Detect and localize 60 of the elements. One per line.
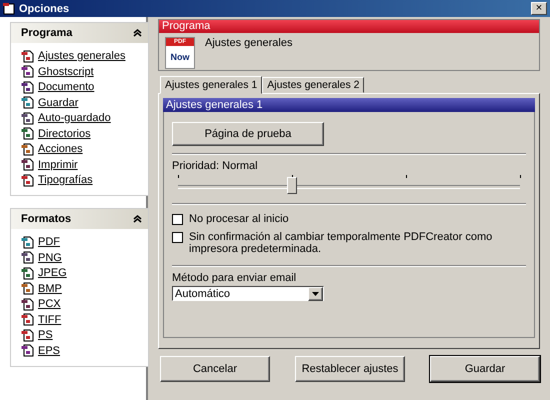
document-icon [21,127,34,140]
sidebar-link[interactable]: EPS [38,344,60,356]
panel-title: Ajustes generales 1 [163,98,535,112]
document-icon [21,236,34,248]
sidebar-link[interactable]: PDF [38,236,60,248]
section-title: Programa [159,20,539,33]
sidebar-link[interactable]: PNG [38,252,62,264]
dialog-button[interactable]: Cancelar [160,356,270,382]
window-title: Opciones [19,2,70,14]
sidebar-link[interactable]: TIFF [38,314,62,326]
tab[interactable]: Ajustes generales 2 [262,77,364,93]
document-icon [21,112,34,124]
sidebar-link[interactable]: PCX [38,298,61,310]
collapse-icon[interactable] [133,215,142,223]
priority-slider[interactable] [178,172,520,196]
document-icon [21,158,34,171]
document-icon [21,298,34,310]
checkbox-label: No procesar al inicio [189,213,289,225]
email-dropdown[interactable]: Automático [172,286,324,301]
test-page-button[interactable]: Página de prueba [172,122,324,146]
checkbox[interactable] [172,214,183,225]
dialog-button[interactable]: Guardar [430,356,540,382]
sidebar-link[interactable]: BMP [38,282,62,294]
app-icon [3,2,15,14]
checkbox[interactable] [172,232,183,243]
document-icon [21,251,34,264]
sidebar-link[interactable]: Auto-guardado [38,112,111,124]
sidebar-link[interactable]: Tipografías [38,174,93,186]
section-subtitle: Ajustes generales [205,37,292,51]
sidebar-link[interactable]: Imprimir [38,158,78,170]
document-icon [21,174,34,186]
email-label: Método para enviar email [172,272,298,284]
sidebar-link[interactable]: Directorios [38,128,91,140]
sidebar-link[interactable]: Guardar [38,96,78,108]
sidebar-link[interactable]: Documento [38,81,94,93]
sidebar-link[interactable]: PS [38,329,53,341]
priority-label: Prioridad: Normal [172,160,259,172]
document-icon [21,313,34,326]
sidebar-link[interactable]: Ghostscript [38,66,94,78]
slider-thumb[interactable] [286,177,297,194]
document-icon [21,282,34,295]
document-icon [21,50,34,62]
document-icon [21,65,34,78]
dialog-button[interactable]: Restablecer ajustes [295,356,405,382]
group-title: Programa [21,27,72,39]
checkbox-label: Sin confirmación al cambiar temporalmente PDFCreator como impresora predeterminada. [189,231,494,255]
tab[interactable]: Ajustes generales 1 [160,76,262,94]
document-icon [21,80,34,94]
sidebar-link[interactable]: Ajustes generales [38,50,126,62]
sidebar-link[interactable]: JPEG [38,267,67,279]
sidebar-link[interactable]: Acciones [38,143,83,155]
document-icon [21,266,34,280]
document-icon [21,142,34,156]
document-icon [21,328,34,342]
collapse-icon[interactable] [133,29,142,37]
group-title: Formatos [21,213,72,225]
document-icon [21,344,34,357]
document-icon [21,96,34,109]
dropdown-arrow-icon [312,292,319,296]
close-button[interactable]: × [531,2,547,15]
